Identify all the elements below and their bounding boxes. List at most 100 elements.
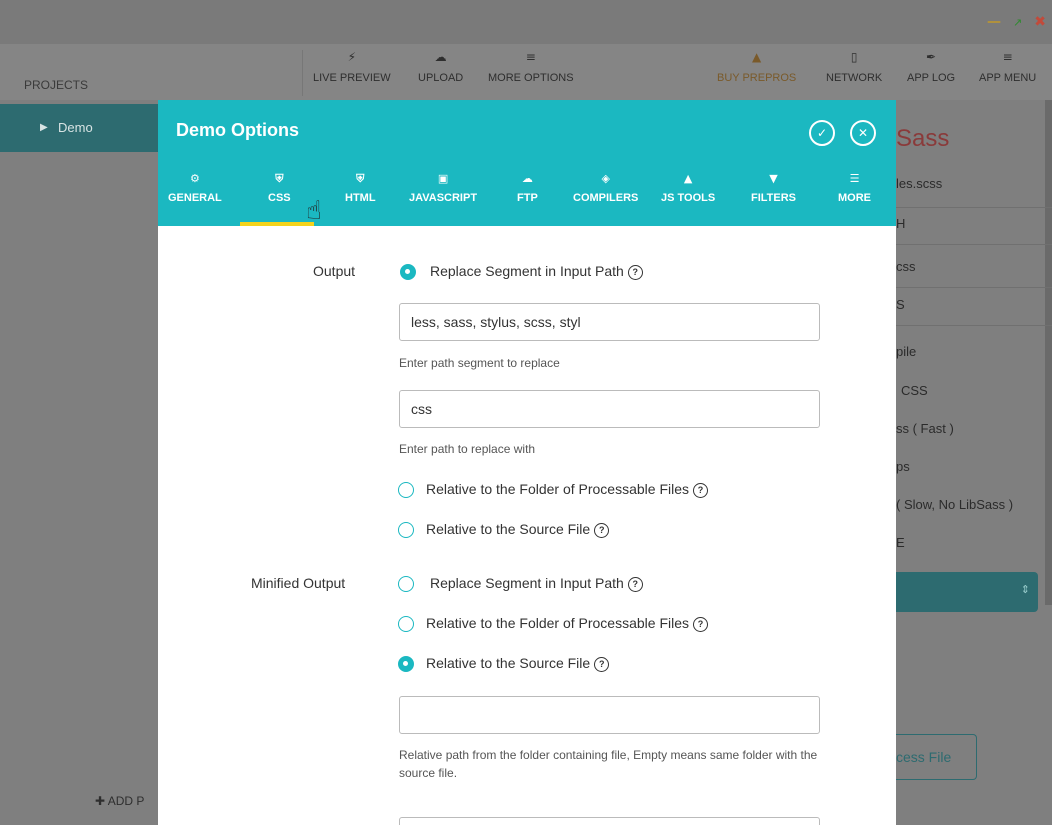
panel-row: H	[896, 216, 906, 231]
file-type-title: Sass	[896, 125, 950, 152]
compiler-select[interactable]: ⇕	[896, 572, 1038, 612]
tab-more[interactable]: ☰ MORE	[838, 172, 871, 204]
panel-row: S	[896, 297, 905, 312]
tab-html[interactable]: ⛨ HTML	[345, 172, 376, 204]
replace-with-input[interactable]	[399, 390, 820, 428]
help-icon[interactable]: ?	[693, 483, 709, 498]
replace-with-hint: Enter path to replace with	[399, 442, 536, 456]
tab-label: CSS	[268, 192, 291, 204]
min-source-option[interactable]: Relative to the Source File?	[426, 655, 610, 672]
output-replace-radio[interactable]	[400, 264, 416, 280]
cloud-upload-icon: ☁	[434, 50, 447, 64]
panel-scrollbar[interactable]	[1045, 100, 1052, 605]
output-source-label: Relative to the Source File	[426, 521, 591, 537]
tab-javascript[interactable]: ▣ JAVASCRIPT	[409, 172, 477, 204]
maximize-icon[interactable]: ↗	[1013, 16, 1022, 29]
min-replace-label: Replace Segment in Input Path	[430, 575, 624, 591]
minimize-icon[interactable]: —	[987, 14, 1001, 30]
projects-heading: PROJECTS	[24, 78, 89, 92]
app-window: — ↗ ✖ PROJECTS ⚡ LIVE PREVIEW ☁ UPLOAD ≡ M…	[0, 0, 1052, 825]
help-icon[interactable]: ?	[594, 657, 610, 672]
network-button[interactable]: ▯ NETWORK	[826, 50, 882, 84]
segment-hint: Enter path segment to replace	[399, 356, 560, 370]
filter-icon: ▼	[769, 172, 778, 185]
help-icon[interactable]: ?	[627, 577, 643, 592]
project-options-modal: Demo Options ✓ ✕ ⚙ GENERAL ⛨ CSS ⛨ HTML …	[158, 100, 896, 825]
min-replace-radio[interactable]	[398, 576, 414, 592]
tab-label: JAVASCRIPT	[409, 192, 478, 204]
output-folder-radio[interactable]	[398, 482, 414, 498]
output-source-option[interactable]: Relative to the Source File?	[426, 521, 610, 538]
min-replace-option[interactable]: Replace Segment in Input Path?	[430, 575, 643, 592]
min-folder-label: Relative to the Folder of Processable Fi…	[426, 615, 690, 631]
min-source-radio[interactable]	[398, 656, 414, 672]
add-project-button[interactable]: ✚ ADD P	[95, 794, 144, 808]
help-icon[interactable]: ?	[627, 265, 643, 280]
cloud-upload-icon: ☁	[521, 172, 533, 185]
image-icon: ▣	[437, 172, 449, 185]
help-icon[interactable]: ?	[594, 523, 610, 538]
live-preview-button[interactable]: ⚡ LIVE PREVIEW	[313, 50, 391, 84]
output-folder-option[interactable]: Relative to the Folder of Processable Fi…	[426, 481, 709, 498]
output-replace-option[interactable]: Replace Segment in Input Path?	[430, 263, 643, 280]
app-menu-button[interactable]: ≡ APP MENU	[979, 50, 1036, 84]
network-label: NETWORK	[826, 72, 883, 84]
tab-label: HTML	[345, 192, 376, 204]
file-name: les.scss	[896, 176, 943, 191]
buy-prepros-label: BUY PREPROS	[717, 72, 797, 84]
layers-icon: ◈	[601, 172, 610, 185]
panel-row: css	[896, 259, 916, 274]
tab-ftp[interactable]: ☁ FTP	[517, 172, 538, 204]
min-folder-radio[interactable]	[398, 616, 414, 632]
add-project-label: ADD P	[107, 794, 145, 808]
pen-icon: ✒	[926, 50, 937, 64]
tab-general[interactable]: ⚙ GENERAL	[168, 172, 222, 204]
tab-css[interactable]: ⛨ CSS	[268, 172, 291, 204]
project-item-demo[interactable]: ▶ Demo	[0, 104, 158, 152]
tab-compilers[interactable]: ◈ COMPILERS	[573, 172, 638, 204]
panel-option[interactable]: CSS	[901, 383, 928, 398]
fire-icon: ▲	[683, 172, 693, 185]
process-file-button[interactable]: cess File	[896, 734, 977, 780]
tab-label: COMPILERS	[573, 192, 639, 204]
more-options-label: MORE OPTIONS	[488, 72, 574, 84]
upload-button[interactable]: ☁ UPLOAD	[418, 50, 463, 84]
min-folder-option[interactable]: Relative to the Folder of Processable Fi…	[426, 615, 709, 632]
help-icon[interactable]: ?	[693, 617, 709, 632]
divider	[896, 287, 1052, 288]
tab-filters[interactable]: ▼ FILTERS	[751, 172, 796, 204]
close-modal-button[interactable]: ✕	[850, 120, 876, 146]
next-option-input[interactable]	[399, 817, 820, 825]
html5-icon: ⛨	[356, 172, 365, 185]
close-icon[interactable]: ✖	[1034, 14, 1046, 30]
panel-option[interactable]: E	[896, 535, 905, 550]
divider	[896, 207, 1052, 208]
minified-path-input[interactable]	[399, 696, 820, 734]
minified-path-hint: Relative path from the folder containing…	[399, 748, 818, 780]
panel-option[interactable]: ss ( Fast )	[896, 421, 954, 436]
gear-icon: ⚙	[189, 172, 200, 185]
check-icon: ✓	[816, 126, 828, 140]
divider	[896, 325, 1052, 326]
active-tab-indicator	[240, 222, 314, 226]
file-options-panel	[896, 100, 1052, 825]
more-options-button[interactable]: ≡ MORE OPTIONS	[488, 50, 574, 84]
segment-to-replace-input[interactable]	[399, 303, 820, 341]
modal-header: Demo Options ✓ ✕ ⚙ GENERAL ⛨ CSS ⛨ HTML …	[158, 100, 896, 226]
minified-output-label: Minified Output	[251, 575, 346, 591]
output-replace-label: Replace Segment in Input Path	[430, 263, 624, 279]
app-log-button[interactable]: ✒ APP LOG	[907, 50, 955, 84]
tab-label: GENERAL	[168, 192, 222, 204]
title-bar: — ↗ ✖	[0, 0, 1052, 44]
close-icon: ✕	[857, 126, 869, 140]
panel-option[interactable]: pile	[896, 344, 916, 359]
panel-option[interactable]: ( Slow, No LibSass )	[896, 497, 1013, 512]
menu-icon: ≡	[525, 50, 536, 64]
save-button[interactable]: ✓	[809, 120, 835, 146]
tab-js-tools[interactable]: ▲ JS TOOLS	[661, 172, 715, 204]
chevron-updown-icon: ⇕	[1020, 583, 1030, 596]
lightning-icon: ⚡	[347, 50, 357, 64]
panel-option[interactable]: ps	[896, 459, 910, 474]
buy-prepros-button[interactable]: ▲ BUY PREPROS	[717, 50, 796, 84]
output-source-radio[interactable]	[398, 522, 414, 538]
